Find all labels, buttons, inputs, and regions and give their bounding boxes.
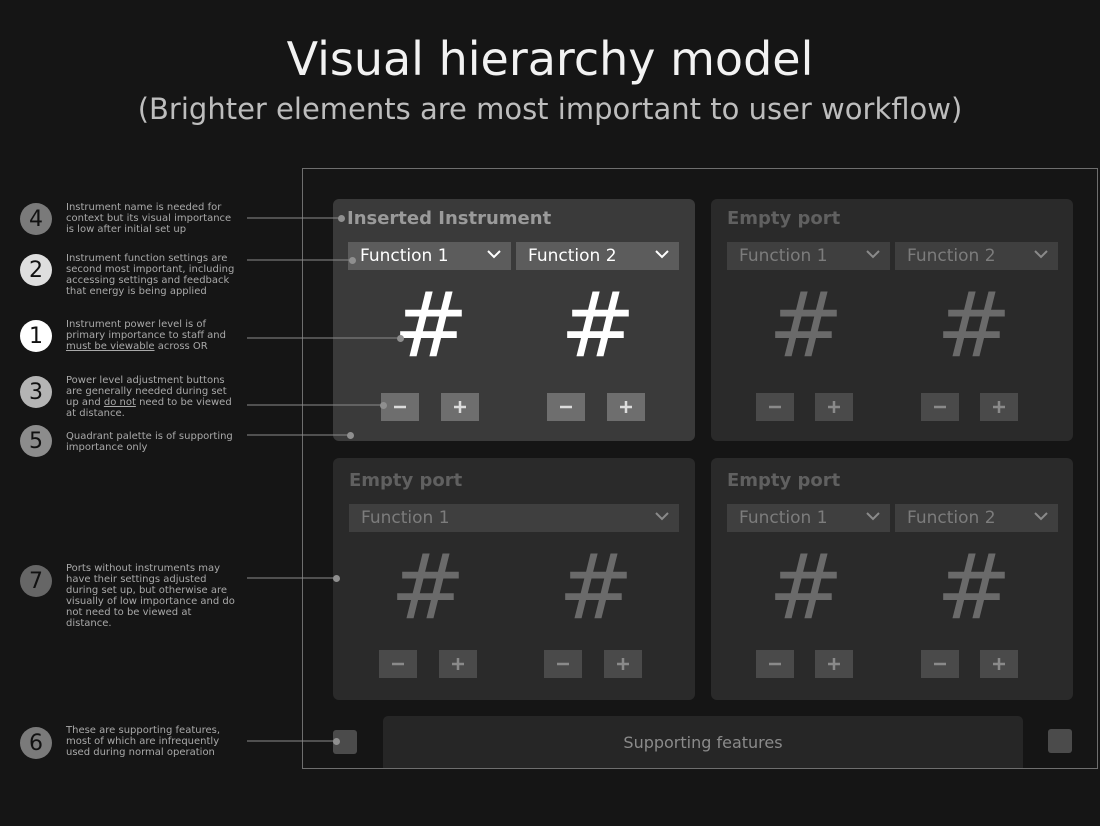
annotation-number: 3 (20, 376, 52, 408)
annotation-number: 2 (20, 254, 52, 286)
annotation-note: Instrument function settings are second … (66, 253, 235, 297)
annotation-number: 1 (20, 320, 52, 352)
annotation-number: 5 (20, 425, 52, 457)
annotation-number: 4 (20, 203, 52, 235)
annotation-note: These are supporting features, most of w… (66, 725, 221, 758)
callout-dot (338, 215, 345, 222)
annotation-note: Power level adjustment buttons are gener… (66, 375, 232, 419)
annotation-number: 6 (20, 727, 52, 759)
callout-dot (333, 738, 340, 745)
annotation-note: Instrument name is needed for context bu… (66, 202, 232, 235)
annotation-note: Quadrant palette is of supporting import… (66, 431, 233, 453)
callout-dot (380, 402, 387, 409)
callout-dot (347, 432, 354, 439)
annotation-note: Ports without instruments may have their… (66, 563, 235, 629)
annotation-note: Instrument power level is of primary imp… (66, 319, 226, 352)
annotation-number: 7 (20, 565, 52, 597)
callout-dot (397, 335, 404, 342)
callout-dot (333, 575, 340, 582)
callout-dot (349, 257, 356, 264)
